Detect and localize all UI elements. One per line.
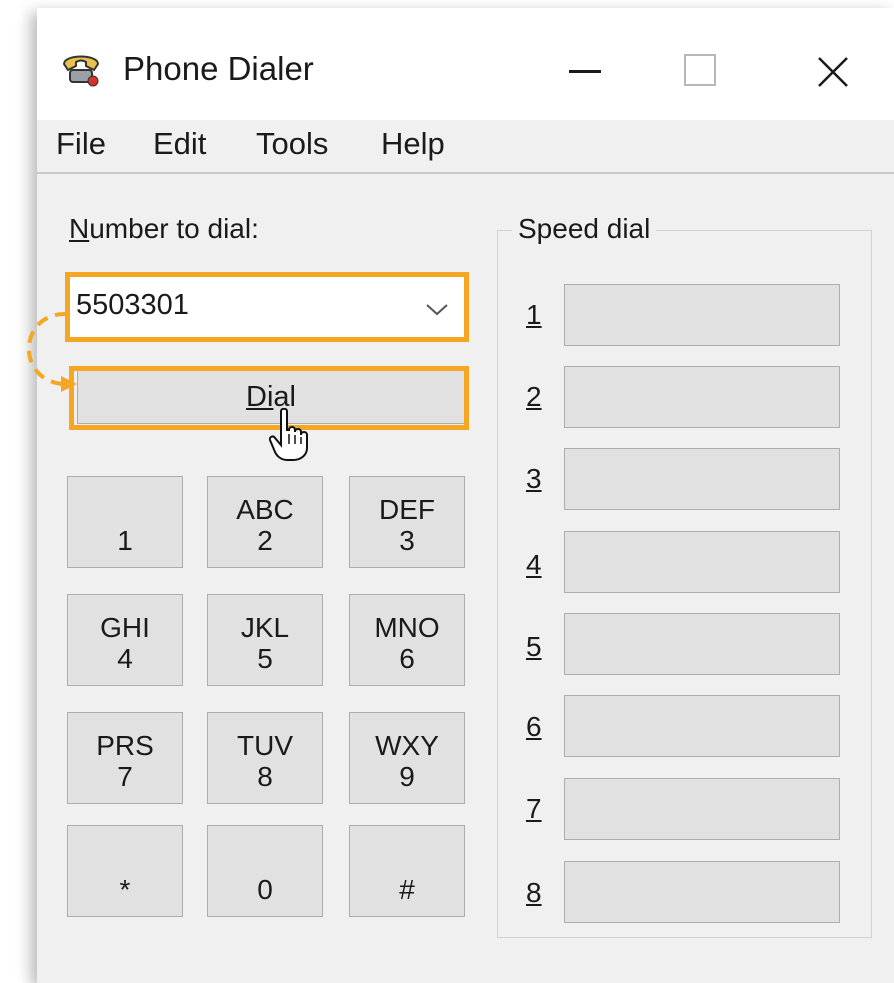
key-letters: JKL xyxy=(240,612,290,643)
menu-help[interactable]: Help xyxy=(381,126,445,162)
label-text: umber to dial: xyxy=(89,213,259,244)
speed-dial-number: 4 xyxy=(526,549,542,580)
keypad-key-4[interactable]: GHI 4 xyxy=(67,594,183,686)
speed-dial-button-7[interactable] xyxy=(564,778,840,840)
keypad-key-0[interactable]: 0 xyxy=(207,825,323,917)
speed-dial-button-8[interactable] xyxy=(564,861,840,923)
speed-dial-number: 7 xyxy=(526,793,542,824)
window-title: Phone Dialer xyxy=(123,50,314,87)
menu-file[interactable]: File xyxy=(56,126,106,162)
close-icon xyxy=(818,57,848,87)
speed-dial-number: 1 xyxy=(526,299,542,330)
speed-dial-group: Speed dial 1 2 3 4 5 6 7 8 xyxy=(497,213,872,938)
key-letters: WXY xyxy=(375,730,439,761)
maximize-button[interactable] xyxy=(667,38,737,98)
number-to-dial-value[interactable]: 5503301 xyxy=(76,289,189,322)
key-letters: GHI xyxy=(100,612,150,643)
keypad-key-hash[interactable]: # xyxy=(349,825,465,917)
speed-dial-number: 5 xyxy=(526,631,542,662)
key-digit: 3 xyxy=(399,525,415,556)
speed-dial-number: 3 xyxy=(526,463,542,494)
keypad-key-2[interactable]: ABC 2 xyxy=(207,476,323,568)
speed-dial-number: 2 xyxy=(526,381,542,412)
key-letters: ABC xyxy=(236,494,294,525)
speed-dial-button-1[interactable] xyxy=(564,284,840,346)
keypad-key-6[interactable]: MNO 6 xyxy=(349,594,465,686)
speed-dial-button-4[interactable] xyxy=(564,531,840,593)
keypad-key-star[interactable]: * xyxy=(67,825,183,917)
speed-dial-button-5[interactable] xyxy=(564,613,840,675)
speed-dial-title: Speed dial xyxy=(512,213,657,245)
key-letters: DEF xyxy=(379,494,435,525)
number-to-dial-combobox[interactable]: 5503301 xyxy=(69,276,465,338)
keypad-key-1[interactable]: 1 xyxy=(67,476,183,568)
curved-arrow-icon xyxy=(9,308,81,409)
key-letters: MNO xyxy=(374,612,440,643)
speed-dial-number: 8 xyxy=(526,877,542,908)
keypad-key-5[interactable]: JKL 5 xyxy=(207,594,323,686)
keypad-key-9[interactable]: WXY 9 xyxy=(349,712,465,804)
keypad-key-8[interactable]: TUV 8 xyxy=(207,712,323,804)
chevron-down-icon[interactable] xyxy=(426,303,448,321)
speed-dial-button-2[interactable] xyxy=(564,366,840,428)
keypad-key-3[interactable]: DEF 3 xyxy=(349,476,465,568)
close-button[interactable] xyxy=(797,38,867,98)
speed-dial-button-3[interactable] xyxy=(564,448,840,510)
menu-tools[interactable]: Tools xyxy=(256,126,328,162)
title-bar: Phone Dialer File Edit Tools Help xyxy=(37,8,894,161)
number-to-dial-label: Number to dial: xyxy=(69,213,259,245)
key-digit: 7 xyxy=(117,761,133,792)
key-digit: * xyxy=(119,874,131,905)
key-digit: 1 xyxy=(117,525,133,556)
phone-dialer-window: Phone Dialer File Edit Tools Help Number… xyxy=(26,8,894,983)
phone-dialer-app-icon xyxy=(60,50,102,88)
key-digit: 5 xyxy=(257,643,273,674)
key-letters: PRS xyxy=(96,730,154,761)
keypad-key-7[interactable]: PRS 7 xyxy=(67,712,183,804)
hand-pointer-cursor-icon xyxy=(268,407,309,467)
key-digit: 6 xyxy=(399,643,415,674)
key-digit: 2 xyxy=(257,525,273,556)
menu-divider xyxy=(37,172,894,174)
key-digit: 4 xyxy=(117,643,133,674)
key-digit: 8 xyxy=(257,761,273,792)
key-digit: 0 xyxy=(257,874,273,905)
speed-dial-button-6[interactable] xyxy=(564,695,840,757)
menu-edit[interactable]: Edit xyxy=(153,126,206,162)
minimize-button[interactable] xyxy=(549,38,619,98)
key-digit: 9 xyxy=(399,761,415,792)
key-letters: TUV xyxy=(237,730,293,761)
key-digit: # xyxy=(399,874,415,905)
speed-dial-number: 6 xyxy=(526,711,542,742)
label-mnemonic: N xyxy=(69,213,90,244)
